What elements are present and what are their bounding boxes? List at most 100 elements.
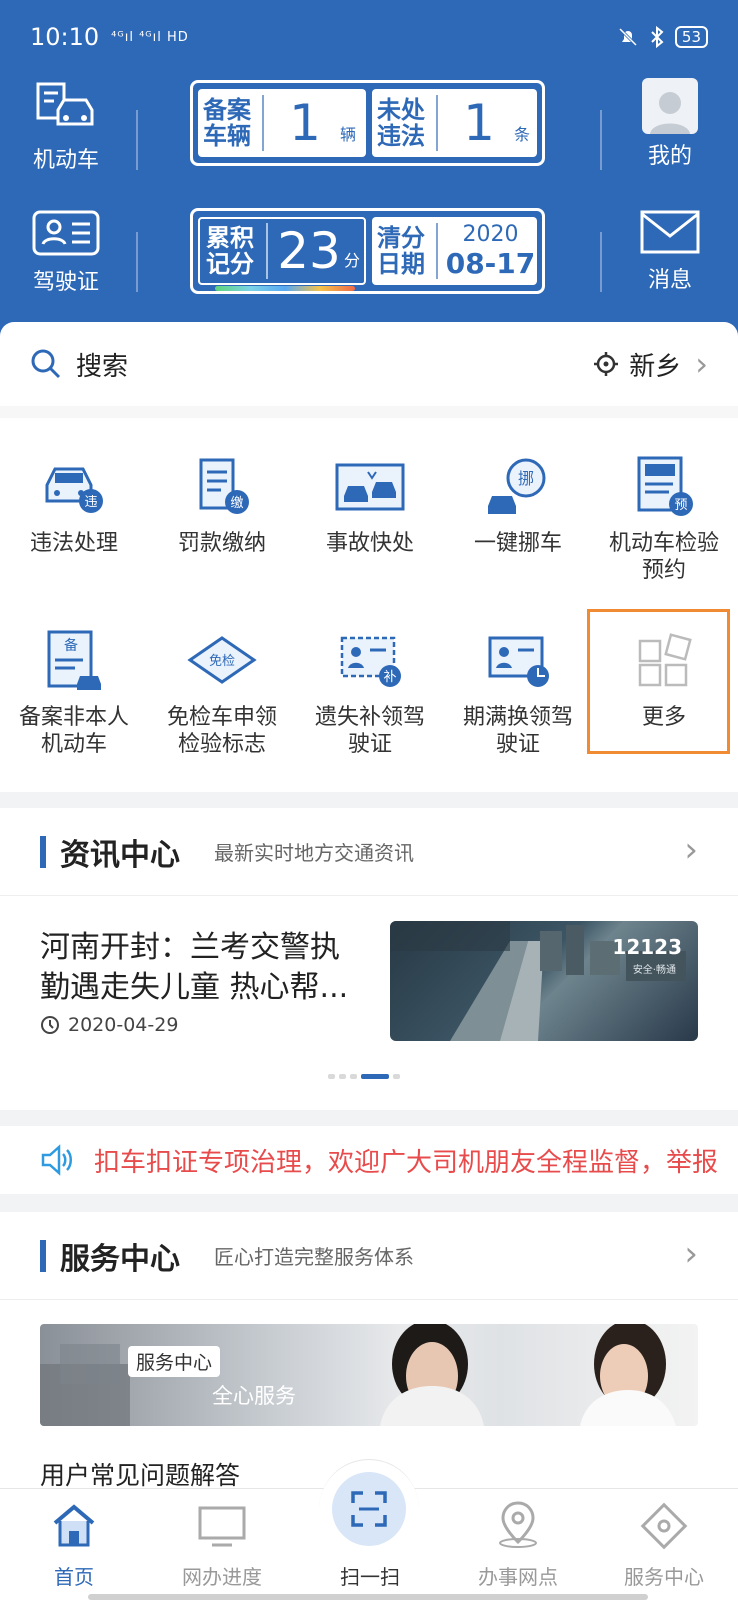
clear-date-day: 08-17	[445, 247, 536, 280]
tab-label: 首页	[54, 1565, 94, 1589]
mail-icon	[640, 210, 700, 254]
mute-bell-icon	[618, 27, 637, 47]
news-headline[interactable]: 河南开封：兰考交警执勤遇走失儿童 热心帮...	[40, 928, 360, 1008]
message-label: 消息	[647, 268, 692, 293]
exempt-badge: 免检	[209, 654, 235, 669]
notice-bar[interactable]: 扣车扣证专项治理，欢迎广大司机朋友全程监督，举报	[0, 1126, 738, 1194]
tab-service-center[interactable]: 服务中心	[590, 1489, 738, 1600]
notice-text: 扣车扣证专项治理，欢迎广大司机朋友全程监督，举报	[94, 1147, 719, 1178]
message-button[interactable]: 消息	[620, 210, 720, 294]
license-button[interactable]: 驾驶证	[16, 210, 116, 296]
news-section: 资讯中心 最新实时地方交通资讯 › 河南开封：兰考交警执勤遇走失儿童 热心帮..…	[0, 808, 738, 1110]
service-icon	[640, 1502, 688, 1550]
chevron-right-icon: ›	[695, 345, 708, 383]
home-icon	[53, 1504, 95, 1547]
move-badge: 挪	[518, 469, 534, 488]
registered-vehicle-count: 1	[289, 94, 321, 152]
service-renew-license[interactable]: 期满换领驾驶证	[444, 626, 592, 758]
service-banner-tag: 服务中心	[128, 1346, 221, 1377]
chevron-right-icon: ›	[684, 830, 698, 870]
city-name: 新乡	[629, 351, 682, 382]
faq-link[interactable]: 用户常见问题解答	[40, 1456, 240, 1492]
unhandled-violation-label-2: 违法	[377, 122, 425, 150]
clear-date-label-1: 清分	[377, 224, 425, 252]
app-root: 10:10 ⁴ᴳıl ⁴ᴳıl HD 53 机动车 驾驶证 备案 车辆 1 辆 …	[0, 0, 738, 1600]
header: 10:10 ⁴ᴳıl ⁴ᴳıl HD 53 机动车 驾驶证 备案 车辆 1 辆 …	[0, 0, 738, 345]
service-label: 事故快处	[325, 531, 414, 556]
accumulated-score-label-2: 记分	[206, 250, 254, 278]
tab-service-points[interactable]: 办事网点	[444, 1489, 592, 1600]
tab-home[interactable]: 首页	[0, 1489, 148, 1600]
motor-vehicle-icon	[36, 82, 94, 126]
battery-level: 53	[674, 26, 708, 48]
reissue-badge: 补	[383, 670, 396, 685]
move-car-icon: 挪	[488, 458, 546, 514]
monitor-icon	[198, 1506, 246, 1547]
service-banner-text: 全心服务	[212, 1384, 296, 1408]
unhandled-violation-count: 1	[463, 94, 495, 152]
registered-vehicle-label-2: 车辆	[203, 122, 251, 150]
news-subtitle: 最新实时地方交通资讯	[214, 841, 414, 865]
avatar	[642, 78, 698, 134]
mine-label: 我的	[647, 144, 692, 169]
service-violation-handling[interactable]: 违 违法处理	[0, 452, 148, 557]
service-move-car[interactable]: 挪 一键挪车	[444, 452, 592, 557]
service-exempt-inspection[interactable]: 免检 免检车申领检验标志	[148, 626, 296, 758]
service-center-header[interactable]: 服务中心 匠心打造完整服务体系 ›	[0, 1212, 738, 1300]
accident-icon	[335, 463, 405, 511]
motor-vehicle-label: 机动车	[32, 148, 99, 173]
clock-icon	[41, 1016, 59, 1034]
search-bar[interactable]: 搜索 新乡 ›	[0, 322, 738, 406]
reissue-license-icon: 补	[340, 636, 401, 687]
unhandled-violation-label-1: 未处	[377, 96, 425, 124]
motor-vehicle-button[interactable]: 机动车	[16, 80, 116, 174]
news-image-brand: 12123	[612, 935, 682, 959]
tab-progress[interactable]: 网办进度	[148, 1489, 296, 1600]
carousel-indicator	[328, 1074, 400, 1079]
registered-vehicle-label-1: 备案	[203, 96, 251, 124]
service-center-title: 服务中心	[60, 1241, 180, 1277]
search-label: 搜索	[76, 351, 129, 382]
tab-label: 扫一扫	[340, 1565, 400, 1589]
speaker-icon	[41, 1144, 72, 1176]
service-label: 一键挪车	[473, 531, 562, 556]
register-vehicle-icon: 备	[47, 630, 101, 690]
service-inspection-booking[interactable]: 预 机动车检验预约	[590, 452, 738, 584]
registered-vehicle-unit: 辆	[340, 125, 357, 144]
service-label: 备案非本人机动车	[19, 705, 130, 757]
register-badge: 备	[64, 637, 78, 654]
mine-button[interactable]: 我的	[620, 78, 720, 170]
network-signal-icon: ⁴ᴳıl ⁴ᴳıl HD	[111, 29, 189, 45]
city-selector[interactable]: 新乡 ›	[593, 345, 708, 383]
news-thumbnail[interactable]: 12123 安全·畅通	[390, 921, 698, 1041]
service-label: 免检车申领检验标志	[166, 705, 277, 757]
service-label: 违法处理	[29, 531, 118, 556]
service-register-vehicle[interactable]: 备 备案非本人机动车	[0, 626, 148, 758]
search-icon	[31, 349, 61, 379]
accumulated-score-label-1: 累积	[206, 224, 254, 252]
unhandled-violation-unit: 条	[514, 125, 531, 144]
vehicle-violation-card[interactable]: 备案 车辆 1 辆 未处 违法 1 条	[190, 80, 545, 166]
service-fine-payment[interactable]: 缴 罚款缴纳	[148, 452, 296, 557]
exempt-inspection-icon: 免检	[187, 636, 257, 684]
news-date: 2020-04-29	[68, 1014, 179, 1036]
status-bar: 10:10 ⁴ᴳıl ⁴ᴳıl HD 53	[30, 20, 708, 54]
booking-badge: 预	[674, 498, 687, 513]
driving-score-card[interactable]: 累积 记分 23 分 清分 日期 2020 08-17	[190, 208, 545, 294]
license-label: 驾驶证	[32, 270, 99, 295]
service-banner[interactable]: 服务中心 全心服务	[40, 1324, 698, 1426]
score-level-bar	[215, 286, 355, 291]
tab-scan[interactable]: 扫一扫	[296, 1489, 444, 1600]
news-date-row: 2020-04-29	[40, 1014, 178, 1036]
service-label: 遗失补领驾驶证	[315, 705, 426, 757]
news-header[interactable]: 资讯中心 最新实时地方交通资讯 ›	[0, 808, 738, 896]
tab-label: 网办进度	[182, 1565, 262, 1589]
service-accident-quick[interactable]: 事故快处	[296, 452, 444, 557]
news-title: 资讯中心	[60, 837, 180, 873]
license-card-icon	[32, 210, 100, 256]
status-time: 10:10	[30, 23, 100, 51]
service-reissue-license[interactable]: 补 遗失补领驾驶证	[296, 626, 444, 758]
accumulated-score-unit: 分	[344, 251, 361, 270]
main-panel: 搜索 新乡 › 违 违法处理 缴 罚款缴纳 事故快处 挪 一键挪车 预 机动车检…	[0, 322, 738, 792]
fine-payment-icon: 缴	[199, 458, 249, 514]
